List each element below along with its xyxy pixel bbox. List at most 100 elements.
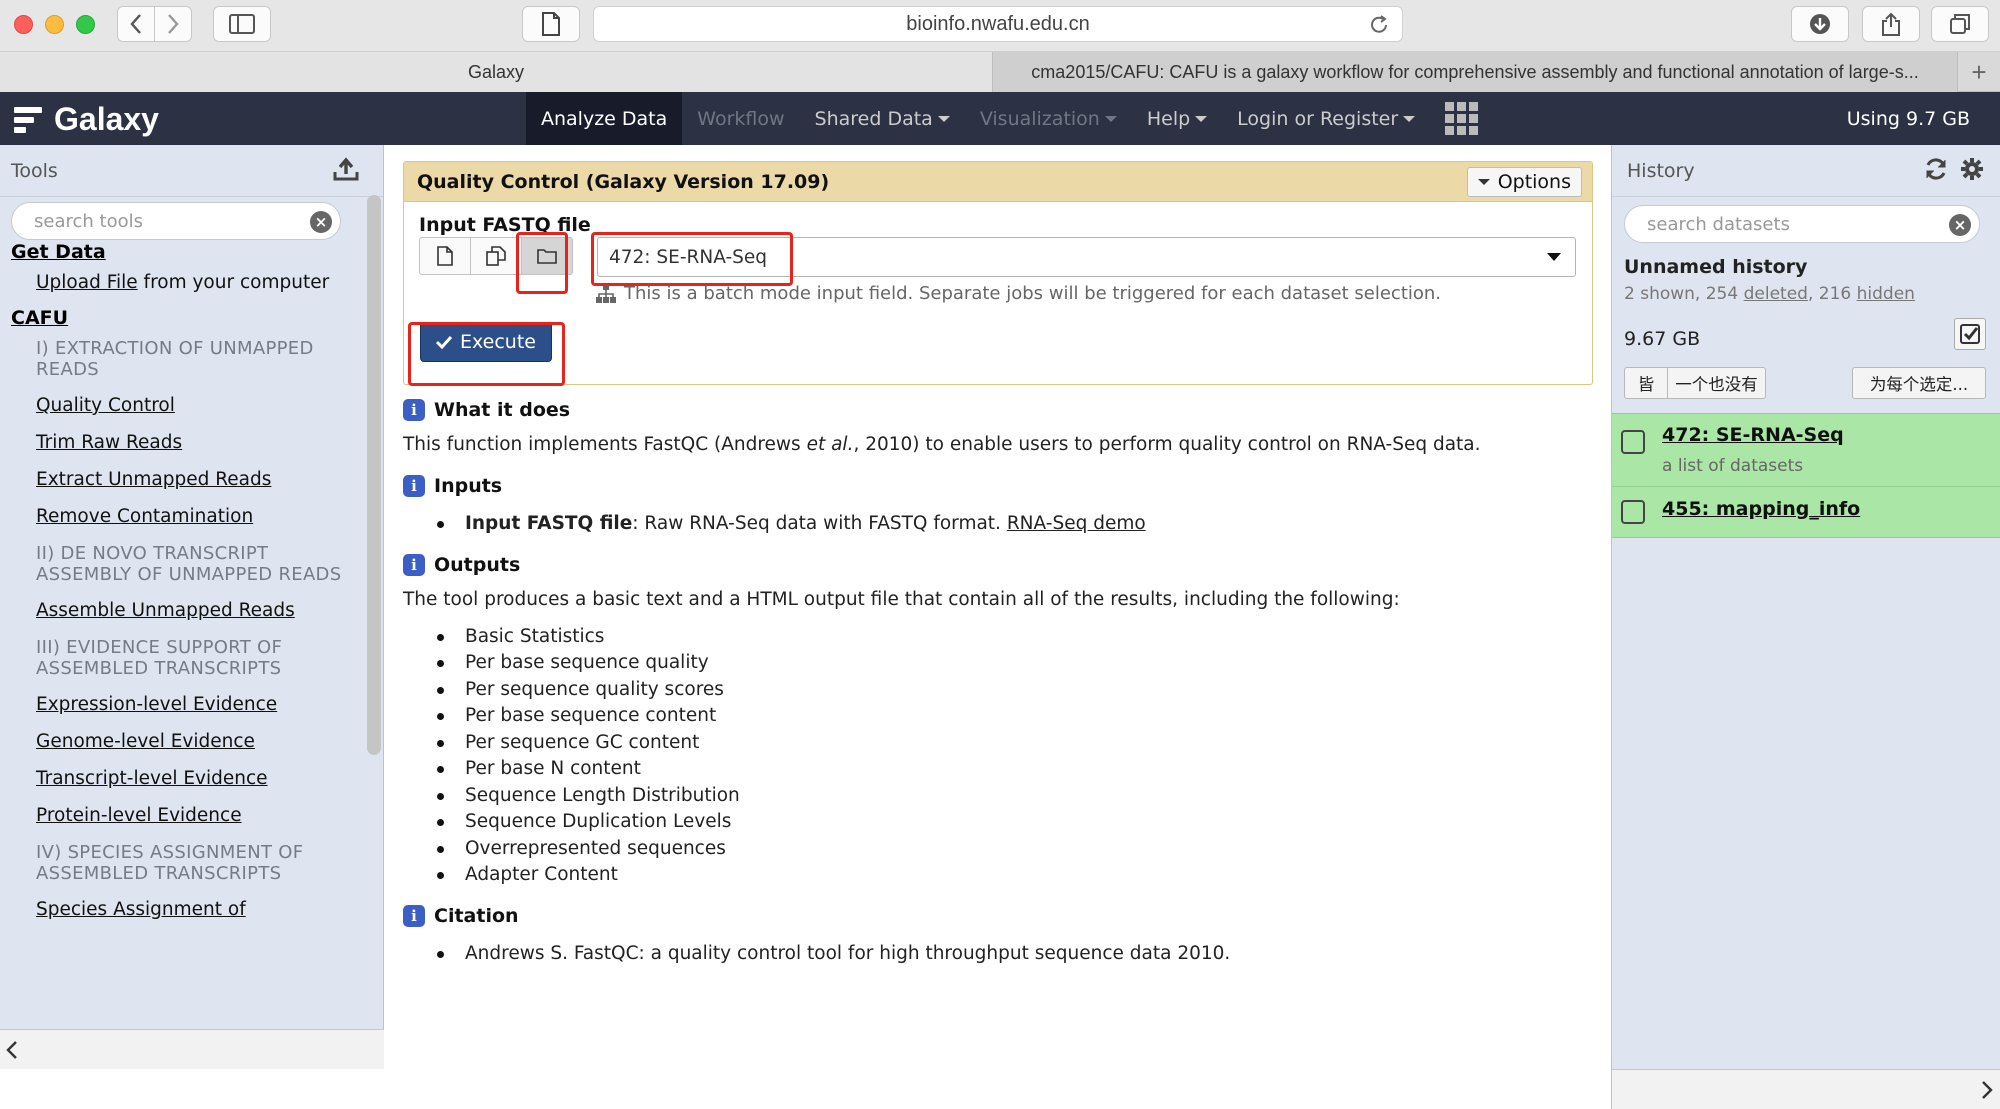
tab-cafu-github[interactable]: cma2015/CAFU: CAFU is a galaxy workflow … bbox=[993, 52, 1958, 92]
tool-link[interactable]: Remove Contamination bbox=[36, 506, 253, 527]
options-button[interactable]: Options bbox=[1466, 167, 1582, 197]
list-item: Per base sequence content bbox=[437, 703, 1593, 730]
forward-icon bbox=[168, 14, 179, 34]
info-icon: i bbox=[403, 553, 425, 576]
dataset-title[interactable]: 472: SE-RNA-Seq bbox=[1662, 424, 1844, 446]
tool-link[interactable]: Protein-level Evidence bbox=[36, 805, 242, 826]
galaxy-brand[interactable]: Galaxy bbox=[14, 101, 159, 138]
upload-file-link[interactable]: Upload File bbox=[36, 272, 138, 293]
tool-protein-level-evidence[interactable]: Protein-level Evidence bbox=[11, 805, 351, 827]
nav-visualization[interactable]: Visualization bbox=[965, 92, 1132, 145]
tool-transcript-level-evidence[interactable]: Transcript-level Evidence bbox=[11, 768, 351, 790]
dataset-checkbox[interactable] bbox=[1621, 430, 1645, 454]
tool-extract-unmapped-reads[interactable]: Extract Unmapped Reads bbox=[11, 469, 351, 491]
tool-upload-file[interactable]: Upload File from your computer bbox=[11, 272, 351, 294]
list-item: Per sequence GC content bbox=[437, 730, 1593, 757]
tool-link[interactable]: Species Assignment of bbox=[36, 899, 246, 920]
reload-icon[interactable] bbox=[1368, 14, 1390, 36]
zoom-window-button[interactable] bbox=[76, 15, 95, 34]
copy-icon bbox=[486, 246, 506, 266]
heading-text: What it does bbox=[434, 399, 571, 421]
gear-icon[interactable] bbox=[1960, 157, 1984, 181]
tool-link[interactable]: Trim Raw Reads bbox=[36, 432, 182, 453]
tool-species-assignment[interactable]: Species Assignment of bbox=[11, 899, 351, 921]
rna-seq-demo-link[interactable]: RNA-Seq demo bbox=[1007, 513, 1146, 534]
clear-icon[interactable]: × bbox=[1949, 214, 1971, 236]
share-button[interactable] bbox=[1862, 6, 1920, 42]
nav-apps[interactable] bbox=[1430, 92, 1493, 145]
hidden-link[interactable]: hidden bbox=[1857, 284, 1915, 304]
tool-expression-level-evidence[interactable]: Expression-level Evidence bbox=[11, 694, 351, 716]
tool-link[interactable]: Expression-level Evidence bbox=[36, 694, 277, 715]
main-nav: Analyze Data Workflow Shared Data Visual… bbox=[526, 92, 1493, 145]
minimize-window-button[interactable] bbox=[45, 15, 64, 34]
scroll-left-icon[interactable] bbox=[6, 1040, 18, 1060]
clear-icon[interactable]: × bbox=[310, 211, 332, 233]
dataset-search-input[interactable]: search datasets × bbox=[1624, 205, 1980, 243]
select-all-button[interactable]: 皆 bbox=[1624, 367, 1668, 399]
nav-analyze-data[interactable]: Analyze Data bbox=[526, 92, 683, 145]
nav-login-register[interactable]: Login or Register bbox=[1222, 92, 1430, 145]
tool-remove-contamination[interactable]: Remove Contamination bbox=[11, 506, 351, 528]
multiple-datasets-button[interactable] bbox=[470, 237, 522, 275]
galaxy-logo-icon bbox=[14, 105, 46, 135]
deleted-link[interactable]: deleted bbox=[1744, 284, 1808, 304]
quota-meter[interactable]: Using 9.7 GB bbox=[1847, 92, 1970, 145]
dataset-checkbox[interactable] bbox=[1621, 500, 1645, 524]
options-label: Options bbox=[1497, 171, 1571, 193]
tool-form: Quality Control (Galaxy Version 17.09) O… bbox=[403, 161, 1593, 385]
select-none-button[interactable]: 一个也没有 bbox=[1667, 367, 1766, 399]
section-get-data[interactable]: Get Data bbox=[11, 241, 351, 263]
tools-scrollbar[interactable] bbox=[367, 195, 381, 755]
dataset-title[interactable]: 455: mapping_info bbox=[1662, 498, 1860, 520]
back-button[interactable] bbox=[117, 6, 155, 42]
refresh-icon[interactable] bbox=[1924, 157, 1948, 181]
nav-help[interactable]: Help bbox=[1132, 92, 1222, 145]
nav-label: Help bbox=[1146, 107, 1191, 130]
tool-search-input[interactable]: search tools × bbox=[11, 202, 341, 240]
tool-link[interactable]: Transcript-level Evidence bbox=[36, 768, 268, 789]
scroll-right-icon[interactable] bbox=[1981, 1080, 1993, 1100]
caret-down-icon bbox=[1195, 115, 1208, 122]
reader-button[interactable] bbox=[522, 6, 580, 42]
share-icon bbox=[1882, 12, 1900, 36]
select-items-button[interactable] bbox=[1954, 318, 1986, 350]
section-cafu[interactable]: CAFU bbox=[11, 307, 351, 329]
nav-shared-data[interactable]: Shared Data bbox=[800, 92, 965, 145]
downloads-button[interactable] bbox=[1791, 6, 1849, 42]
tool-link[interactable]: Quality Control bbox=[36, 395, 175, 416]
tool-link[interactable]: Assemble Unmapped Reads bbox=[36, 600, 295, 621]
caret-down-icon bbox=[1104, 115, 1117, 122]
tool-category-label: II) DE NOVO TRANSCRIPT ASSEMBLY OF UNMAP… bbox=[36, 543, 342, 585]
heading-text: Inputs bbox=[434, 475, 503, 497]
for-each-selected-button[interactable]: 为每个选定... bbox=[1852, 367, 1986, 399]
nav-workflow[interactable]: Workflow bbox=[682, 92, 799, 145]
history-dataset-item[interactable]: 472: SE-RNA-Seq a list of datasets bbox=[1612, 413, 2000, 487]
history-name[interactable]: Unnamed history bbox=[1624, 256, 1807, 278]
forward-button[interactable] bbox=[154, 6, 192, 42]
tool-category-label: IV) SPECIES ASSIGNMENT OF ASSEMBLED TRAN… bbox=[36, 842, 304, 884]
tool-link[interactable]: Genome-level Evidence bbox=[36, 731, 255, 752]
tool-quality-control[interactable]: Quality Control bbox=[11, 395, 351, 417]
tabs-icon bbox=[1950, 14, 1970, 34]
new-tab-button[interactable]: + bbox=[1958, 52, 2000, 92]
list-item: Overrepresented sequences bbox=[437, 836, 1593, 863]
help-citation-heading: i Citation bbox=[403, 899, 1593, 933]
single-dataset-button[interactable] bbox=[419, 237, 471, 275]
tab-galaxy[interactable]: Galaxy bbox=[0, 52, 993, 92]
history-dataset-item[interactable]: 455: mapping_info bbox=[1612, 486, 2000, 538]
close-window-button[interactable] bbox=[14, 15, 33, 34]
tool-trim-raw-reads[interactable]: Trim Raw Reads bbox=[11, 432, 351, 454]
tool-assemble-unmapped-reads[interactable]: Assemble Unmapped Reads bbox=[11, 600, 351, 622]
apps-grid-icon bbox=[1445, 102, 1479, 135]
address-bar[interactable]: bioinfo.nwafu.edu.cn bbox=[593, 6, 1403, 42]
tool-link[interactable]: Extract Unmapped Reads bbox=[36, 469, 271, 490]
history-stats: 2 shown, 254 deleted, 216 hidden bbox=[1624, 284, 1915, 304]
tools-horizontal-scrollbar[interactable] bbox=[0, 1029, 384, 1069]
tool-genome-level-evidence[interactable]: Genome-level Evidence bbox=[11, 731, 351, 753]
sidebar-toggle-button[interactable] bbox=[213, 6, 271, 42]
upload-icon[interactable] bbox=[333, 157, 359, 181]
tab-overview-button[interactable] bbox=[1931, 6, 1989, 42]
nav-label: Shared Data bbox=[814, 107, 933, 130]
history-horizontal-scrollbar[interactable] bbox=[1612, 1069, 2000, 1109]
